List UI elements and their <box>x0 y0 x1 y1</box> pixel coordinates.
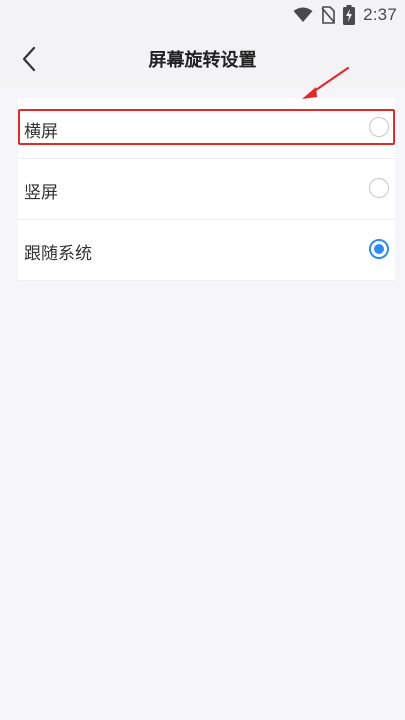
radio-button[interactable] <box>369 117 389 137</box>
status-time: 2:37 <box>363 5 397 24</box>
option-label: 跟随系统 <box>24 244 92 264</box>
radio-button[interactable] <box>369 178 389 198</box>
option-follow-system[interactable]: 跟随系统 <box>18 220 395 281</box>
status-bar: 2:37 <box>0 0 405 30</box>
header: 屏幕旋转设置 <box>0 30 405 88</box>
rotation-options-list: 横屏 竖屏 跟随系统 <box>18 98 395 281</box>
screen: 2:37 屏幕旋转设置 横屏 竖屏 跟随系统 <box>0 0 405 720</box>
option-label: 竖屏 <box>24 183 58 203</box>
option-landscape[interactable]: 横屏 <box>18 98 395 159</box>
wifi-icon <box>293 7 313 22</box>
radio-button-checked[interactable] <box>369 239 389 259</box>
status-icons: 2:37 <box>293 4 397 26</box>
battery-charging-icon <box>343 5 356 25</box>
option-portrait[interactable]: 竖屏 <box>18 159 395 220</box>
option-label: 横屏 <box>24 122 58 142</box>
page-title: 屏幕旋转设置 <box>148 50 257 71</box>
no-sim-icon <box>321 6 335 24</box>
